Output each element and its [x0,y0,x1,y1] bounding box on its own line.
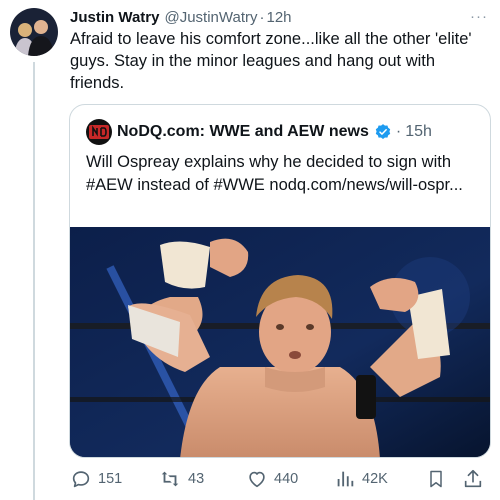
tweet-header: Justin Watry @JustinWatry · 12h ··· [70,6,488,28]
tweet-time[interactable]: 12h [267,9,292,26]
share-icon [464,469,482,488]
verified-badge-icon [375,124,391,139]
views-count: 42K [362,471,388,487]
repost-count: 43 [188,471,205,487]
reply-count: 151 [98,471,123,487]
like-icon [249,471,265,488]
thread-line [33,62,35,500]
like-count: 440 [274,471,299,487]
author-handle[interactable]: @JustinWatry [164,9,257,26]
quote-separator-dot: · [395,123,402,140]
quote-text: Will Ospreay explains why he decided to … [86,153,463,194]
quote-tweet-card[interactable]: NoDQ.com: WWE and AEW news · 15h Will Os… [69,104,491,458]
quote-media-image[interactable] [70,227,490,457]
reply-button[interactable]: 151 [70,466,122,492]
quote-header: NoDQ.com: WWE and AEW news · 15h [86,119,432,145]
views-icon [337,471,354,487]
author-name[interactable]: Justin Watry [70,9,159,26]
quote-time[interactable]: 15h [405,123,432,141]
repost-button[interactable]: 43 [158,466,204,492]
like-button[interactable]: 440 [246,466,298,492]
repost-icon [161,471,179,487]
separator-dot: · [259,8,265,26]
more-options-icon[interactable]: ··· [470,8,488,25]
views-button[interactable]: 42K [334,466,388,492]
action-bar: 151 43 440 42K [70,466,490,492]
nodq-logo [86,119,112,145]
bookmark-icon [430,470,442,488]
tweet-text: Afraid to leave his comfort zone...like … [70,30,472,92]
bookmark-button[interactable] [426,466,452,492]
avatar[interactable] [10,8,58,56]
reply-icon [72,471,90,488]
quote-author-name[interactable]: NoDQ.com: WWE and AEW news [117,123,369,141]
share-button[interactable] [462,466,490,492]
